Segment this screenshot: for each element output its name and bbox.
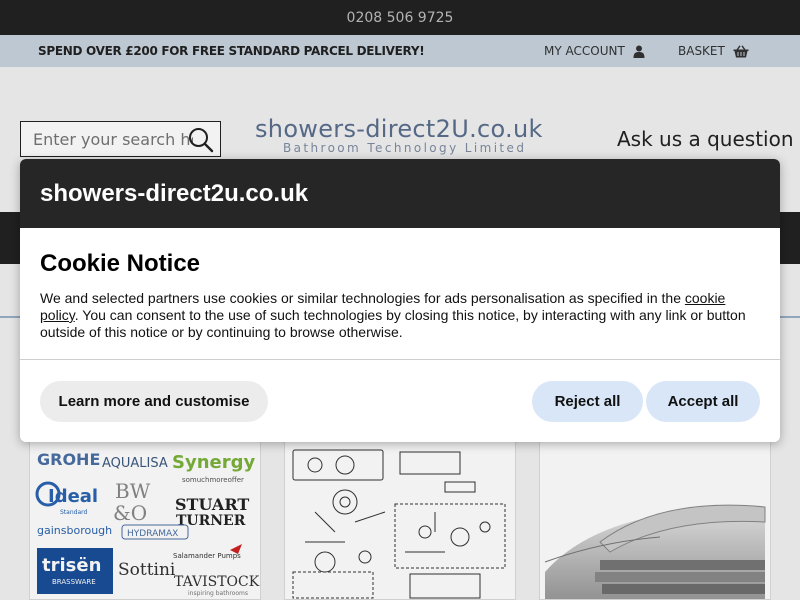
cookie-notice-heading: Cookie Notice xyxy=(40,250,201,277)
cookie-dialog: showers-direct2u.co.uk Cookie Notice We … xyxy=(20,159,780,442)
cookie-dialog-site-title: showers-direct2u.co.uk xyxy=(40,179,309,207)
learn-more-button[interactable]: Learn more and customise xyxy=(40,381,268,422)
cookie-dialog-footer: Learn more and customise Reject all Acce… xyxy=(20,360,780,442)
cookie-dialog-body: Cookie Notice We and selected partners u… xyxy=(20,228,780,360)
cookie-notice-text: We and selected partners use cookies or … xyxy=(40,290,760,341)
cookie-text-part-2: . You can consent to the use of such tec… xyxy=(40,307,746,340)
reject-all-button[interactable]: Reject all xyxy=(532,381,643,422)
cookie-text-part-1: We and selected partners use cookies or … xyxy=(40,290,685,306)
accept-all-button[interactable]: Accept all xyxy=(646,381,760,422)
cookie-dialog-header: showers-direct2u.co.uk xyxy=(20,159,780,228)
